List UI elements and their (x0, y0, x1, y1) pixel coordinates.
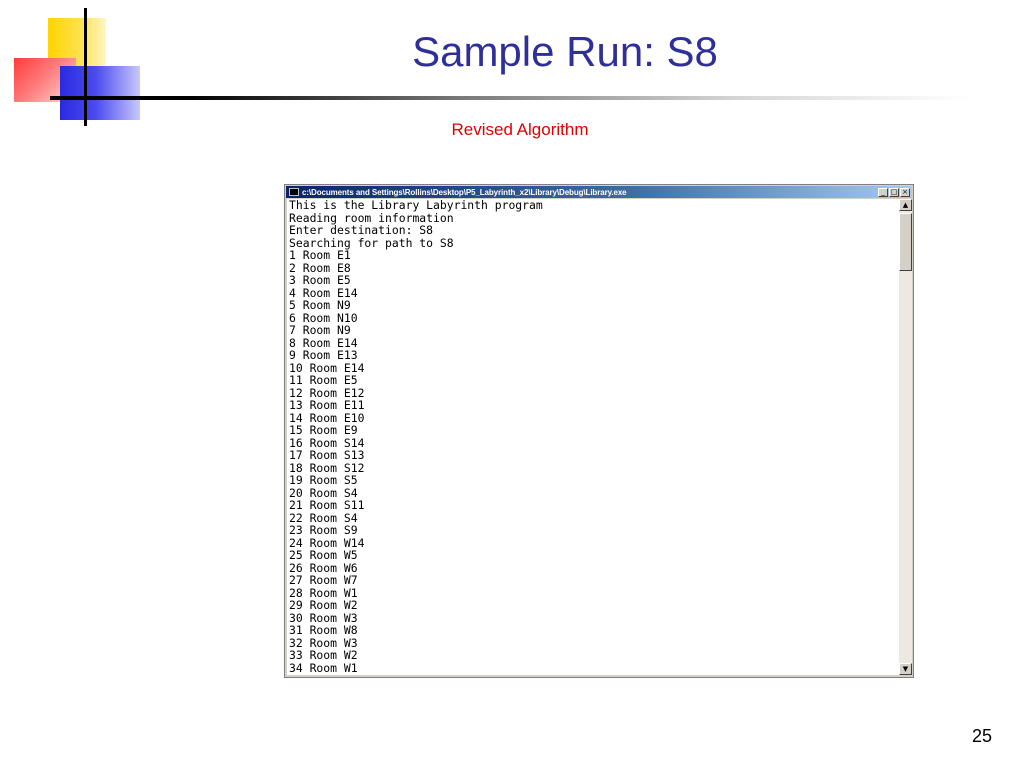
console-line: This is the Library Labyrinth program (289, 199, 543, 212)
scroll-thumb[interactable] (899, 213, 912, 271)
console-line: 14 Room E10 (289, 410, 365, 425)
console-line: 10 Room E14 (289, 360, 365, 375)
console-line: 3 Room E5 (289, 273, 351, 287)
console-line: 31 Room W8 (289, 623, 358, 637)
console-line: 22 Room S4 (289, 510, 358, 525)
console-line: 13 Room E11 (289, 398, 365, 412)
scroll-up-button[interactable]: ▲ (899, 199, 912, 211)
console-line: 21 Room S11 (289, 498, 365, 512)
console-line: 11 Room E5 (289, 373, 358, 387)
console-line: 29 Room W2 (289, 598, 358, 612)
close-button[interactable]: × (900, 187, 910, 197)
console-line: 6 Room N10 (289, 310, 358, 325)
slide-subtitle: Revised Algorithm (451, 120, 589, 139)
maximize-button[interactable]: □ (889, 187, 899, 197)
console-line: 34 Room W1 (289, 660, 358, 675)
vertical-scrollbar[interactable]: ▲ ▼ (899, 199, 912, 675)
console-line: 20 Room S4 (289, 485, 358, 500)
console-line: 28 Room W1 (289, 585, 358, 600)
console-line: Searching for path to S8 (289, 235, 454, 250)
console-title: c:\Documents and Settings\Rollins\Deskto… (302, 187, 627, 197)
console-line: 26 Room W6 (289, 560, 358, 575)
console-output[interactable]: This is the Library Labyrinth program Rea… (287, 199, 899, 675)
console-line: 15 Room E9 (289, 423, 358, 437)
console-line: 25 Room W5 (289, 548, 358, 562)
console-line: 12 Room E12 (289, 385, 365, 400)
console-line: 2 Room E8 (289, 260, 351, 275)
console-line: 33 Room W2 (289, 648, 358, 662)
console-icon (289, 188, 299, 196)
console-line: 23 Room S9 (289, 523, 358, 537)
scroll-down-button[interactable]: ▼ (899, 663, 912, 675)
console-line: 16 Room S14 (289, 435, 365, 450)
console-line: 24 Room W14 (289, 535, 365, 550)
console-line: 18 Room S12 (289, 460, 365, 475)
console-line: 4 Room E14 (289, 285, 358, 300)
console-line: 8 Room E14 (289, 335, 358, 350)
console-line: 9 Room E13 (289, 348, 358, 362)
console-line: 32 Room W3 (289, 635, 358, 650)
page-number: 25 (971, 726, 992, 746)
console-line: 7 Room N9 (289, 323, 351, 337)
console-titlebar[interactable]: c:\Documents and Settings\Rollins\Deskto… (286, 186, 912, 198)
console-line: 27 Room W7 (289, 573, 358, 587)
console-line: 1 Room E1 (289, 248, 351, 262)
console-line: 30 Room W3 (289, 610, 358, 625)
minimize-button[interactable]: _ (878, 187, 888, 197)
slide-title: Sample Run: S8 (412, 28, 718, 75)
console-line: Enter destination: S8 (289, 223, 434, 237)
console-line: 19 Room S5 (289, 473, 358, 487)
title-underline (50, 96, 970, 100)
console-line: 5 Room N9 (289, 298, 351, 312)
window-controls: _ □ × (878, 187, 910, 197)
console-line: 17 Room S13 (289, 448, 365, 462)
console-window[interactable]: c:\Documents and Settings\Rollins\Deskto… (284, 184, 914, 678)
